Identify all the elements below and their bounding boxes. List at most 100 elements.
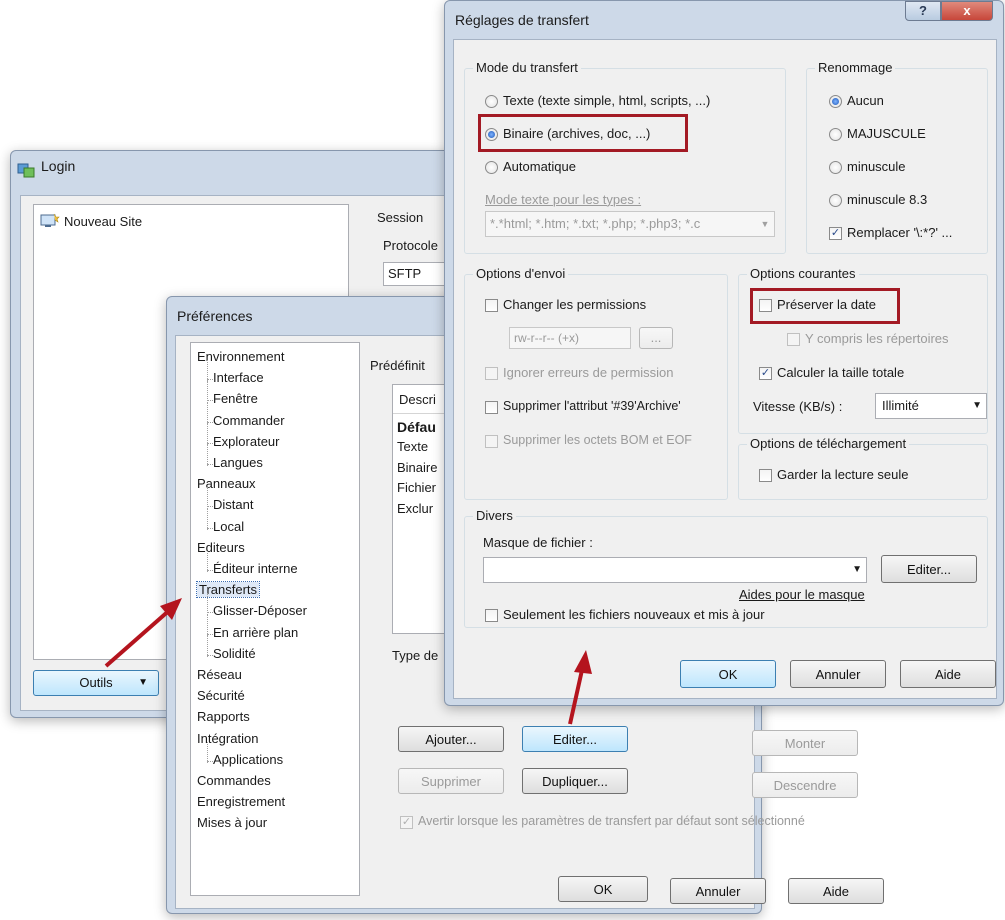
- tree-item[interactable]: Panneaux: [197, 476, 256, 491]
- only-new-label: Seulement les fichiers nouveaux et mis à…: [503, 607, 765, 622]
- keep-readonly-checkbox[interactable]: [759, 469, 772, 482]
- mode-auto-radio[interactable]: [485, 161, 498, 174]
- rename-none-radio[interactable]: [829, 95, 842, 108]
- presets-list[interactable]: Descri Défau Texte Binaire Fichier Exclu…: [392, 384, 452, 634]
- list-item[interactable]: Exclur: [397, 501, 433, 516]
- tree-item[interactable]: Explorateur: [213, 434, 279, 449]
- tree-container: Environnement Interface Fenêtre Commander Ex…: [191, 343, 359, 895]
- tree-connector: [207, 423, 208, 445]
- chevron-down-icon: ▼: [852, 564, 862, 575]
- text-types-value: *.*html; *.htm; *.txt; *.php; *.php3; *.…: [490, 216, 701, 231]
- speed-select[interactable]: Illimité ▼: [875, 393, 987, 419]
- tree-connector: [207, 593, 208, 615]
- tree-item[interactable]: Éditeur interne: [213, 561, 298, 576]
- tree-item[interactable]: Commander: [213, 413, 285, 428]
- change-permissions-checkbox[interactable]: [485, 299, 498, 312]
- preferences-down-button[interactable]: Descendre: [752, 772, 858, 798]
- site-icon: [17, 163, 35, 178]
- text-types-input[interactable]: *.*html; *.htm; *.txt; *.php; *.php3; *.…: [485, 211, 775, 237]
- tree-item[interactable]: Commandes: [197, 773, 271, 788]
- remove-bom-checkbox[interactable]: [485, 435, 498, 448]
- rename-83-radio[interactable]: [829, 194, 842, 207]
- rename-group-label: Renommage: [815, 60, 896, 75]
- mode-text-radio[interactable]: [485, 95, 498, 108]
- tree-item[interactable]: Langues: [213, 455, 263, 470]
- tools-button[interactable]: Outils ▼: [33, 670, 159, 696]
- duplicate-button[interactable]: Dupliquer...: [522, 768, 628, 794]
- tree-item[interactable]: En arrière plan: [213, 625, 298, 640]
- rename-lower-radio[interactable]: [829, 161, 842, 174]
- permissions-button-label: ...: [650, 330, 662, 345]
- list-item[interactable]: Défau: [397, 419, 436, 435]
- tree-connector: [207, 635, 208, 657]
- delete-button[interactable]: Supprimer: [398, 768, 504, 794]
- transfer-title: Réglages de transfert: [455, 12, 589, 28]
- tree-item[interactable]: Mises à jour: [197, 815, 267, 830]
- include-directories-checkbox[interactable]: [787, 333, 800, 346]
- misc-group-label: Divers: [473, 508, 516, 523]
- type-label: Type de: [392, 648, 439, 663]
- new-site-icon: [40, 213, 60, 232]
- file-mask-label: Masque de fichier :: [483, 535, 593, 550]
- tree-item[interactable]: Environnement: [197, 349, 284, 364]
- tree-connector: [207, 487, 208, 509]
- list-item[interactable]: Fichier: [397, 480, 436, 495]
- presets-header-label: Descri: [399, 392, 436, 407]
- protocol-value: SFTP: [388, 266, 422, 281]
- calc-size-checkbox[interactable]: ✓: [759, 367, 772, 380]
- tree-item[interactable]: Applications: [213, 752, 283, 767]
- transfer-settings-dialog: Réglages de transfert ? x Mode du transf…: [444, 0, 1004, 706]
- file-mask-input[interactable]: ▼: [483, 557, 867, 583]
- login-title: Login: [41, 158, 76, 174]
- preferences-ok-button[interactable]: OK: [558, 876, 648, 902]
- transfer-cancel-button[interactable]: Annuler: [790, 660, 886, 688]
- tree-item[interactable]: Enregistrement: [197, 794, 285, 809]
- upload-options-label: Options d'envoi: [473, 266, 569, 281]
- list-item[interactable]: Texte: [397, 439, 428, 454]
- tree-item[interactable]: Editeurs: [197, 540, 245, 555]
- tree-connector: [207, 508, 208, 530]
- rename-upper-radio[interactable]: [829, 128, 842, 141]
- preferences-help-button[interactable]: Aide: [788, 878, 884, 904]
- tree-item[interactable]: Sécurité: [197, 688, 245, 703]
- warn-checkbox[interactable]: ✓: [400, 816, 413, 829]
- rename-group: Renommage Aucun MAJUSCULE minuscule minu…: [806, 60, 988, 254]
- list-item[interactable]: Binaire: [397, 460, 437, 475]
- tree-item[interactable]: Solidité: [213, 646, 256, 661]
- help-title-button[interactable]: ?: [905, 1, 941, 21]
- tree-item[interactable]: Réseau: [197, 667, 242, 682]
- tree-connector: [207, 402, 208, 424]
- new-site-item[interactable]: Nouveau Site: [64, 214, 142, 229]
- permissions-button[interactable]: ...: [639, 327, 673, 349]
- close-button[interactable]: x: [941, 1, 993, 21]
- mask-edit-button[interactable]: Editer...: [881, 555, 977, 583]
- edit-button[interactable]: Editer...: [522, 726, 628, 752]
- tree-item[interactable]: Rapports: [197, 709, 250, 724]
- speed-label: Vitesse (KB/s) :: [753, 399, 843, 414]
- transfer-help-button[interactable]: Aide: [900, 660, 996, 688]
- tree-item[interactable]: Glisser-Déposer: [213, 603, 307, 618]
- ignore-permission-errors-checkbox[interactable]: [485, 367, 498, 380]
- only-new-checkbox[interactable]: [485, 609, 498, 622]
- mode-text-label: Texte (texte simple, html, scripts, ...): [503, 93, 711, 108]
- preferences-cancel-btn[interactable]: Annuler: [670, 878, 766, 904]
- remove-archive-checkbox[interactable]: [485, 401, 498, 414]
- permissions-input[interactable]: rw-r--r-- (+x): [509, 327, 631, 349]
- permissions-value: rw-r--r-- (+x): [514, 331, 579, 345]
- tree-item[interactable]: Interface: [213, 370, 264, 385]
- preferences-up-button[interactable]: Monter: [752, 730, 858, 756]
- tree-connector: [207, 381, 208, 403]
- close-icon: x: [963, 3, 971, 18]
- tree-item[interactable]: Distant: [213, 497, 253, 512]
- transfer-ok-button[interactable]: OK: [680, 660, 776, 688]
- tree-item[interactable]: Local: [213, 519, 244, 534]
- mask-help-link[interactable]: Aides pour le masque: [739, 587, 865, 602]
- preferences-tree[interactable]: Environnement Interface Fenêtre Commander Ex…: [190, 342, 360, 896]
- rename-replace-checkbox[interactable]: ✓: [829, 227, 842, 240]
- add-button[interactable]: Ajouter...: [398, 726, 504, 752]
- include-directories-label: Y compris les répertoires: [805, 331, 949, 346]
- tree-connector: [207, 360, 208, 382]
- tree-item[interactable]: Fenêtre: [213, 391, 258, 406]
- rename-none-label: Aucun: [847, 93, 884, 108]
- presets-label: Prédéfinit: [370, 358, 425, 373]
